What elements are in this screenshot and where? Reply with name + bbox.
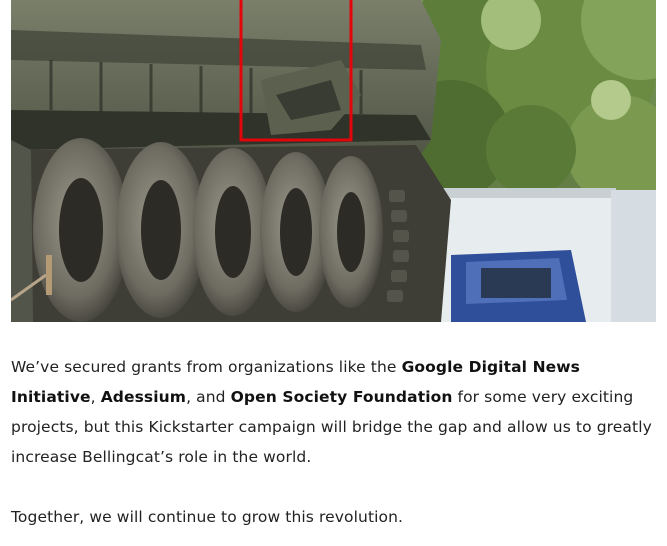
org-open-society: Open Society Foundation (230, 388, 453, 406)
tank-photo (11, 0, 656, 322)
funding-text-intro: We’ve secured grants from organizations … (11, 358, 402, 376)
separator-2: , and (186, 388, 231, 406)
org-adessium: Adessium (100, 388, 187, 406)
truck (441, 188, 656, 322)
tank (11, 0, 451, 322)
separator-1: , (90, 388, 101, 406)
article-body: We’ve secured grants from organizations … (11, 352, 656, 532)
closing-paragraph: Together, we will continue to grow this … (11, 508, 404, 526)
funding-paragraph: We’ve secured grants from organizations … (11, 352, 656, 472)
tank-photo-illustration (11, 0, 656, 322)
